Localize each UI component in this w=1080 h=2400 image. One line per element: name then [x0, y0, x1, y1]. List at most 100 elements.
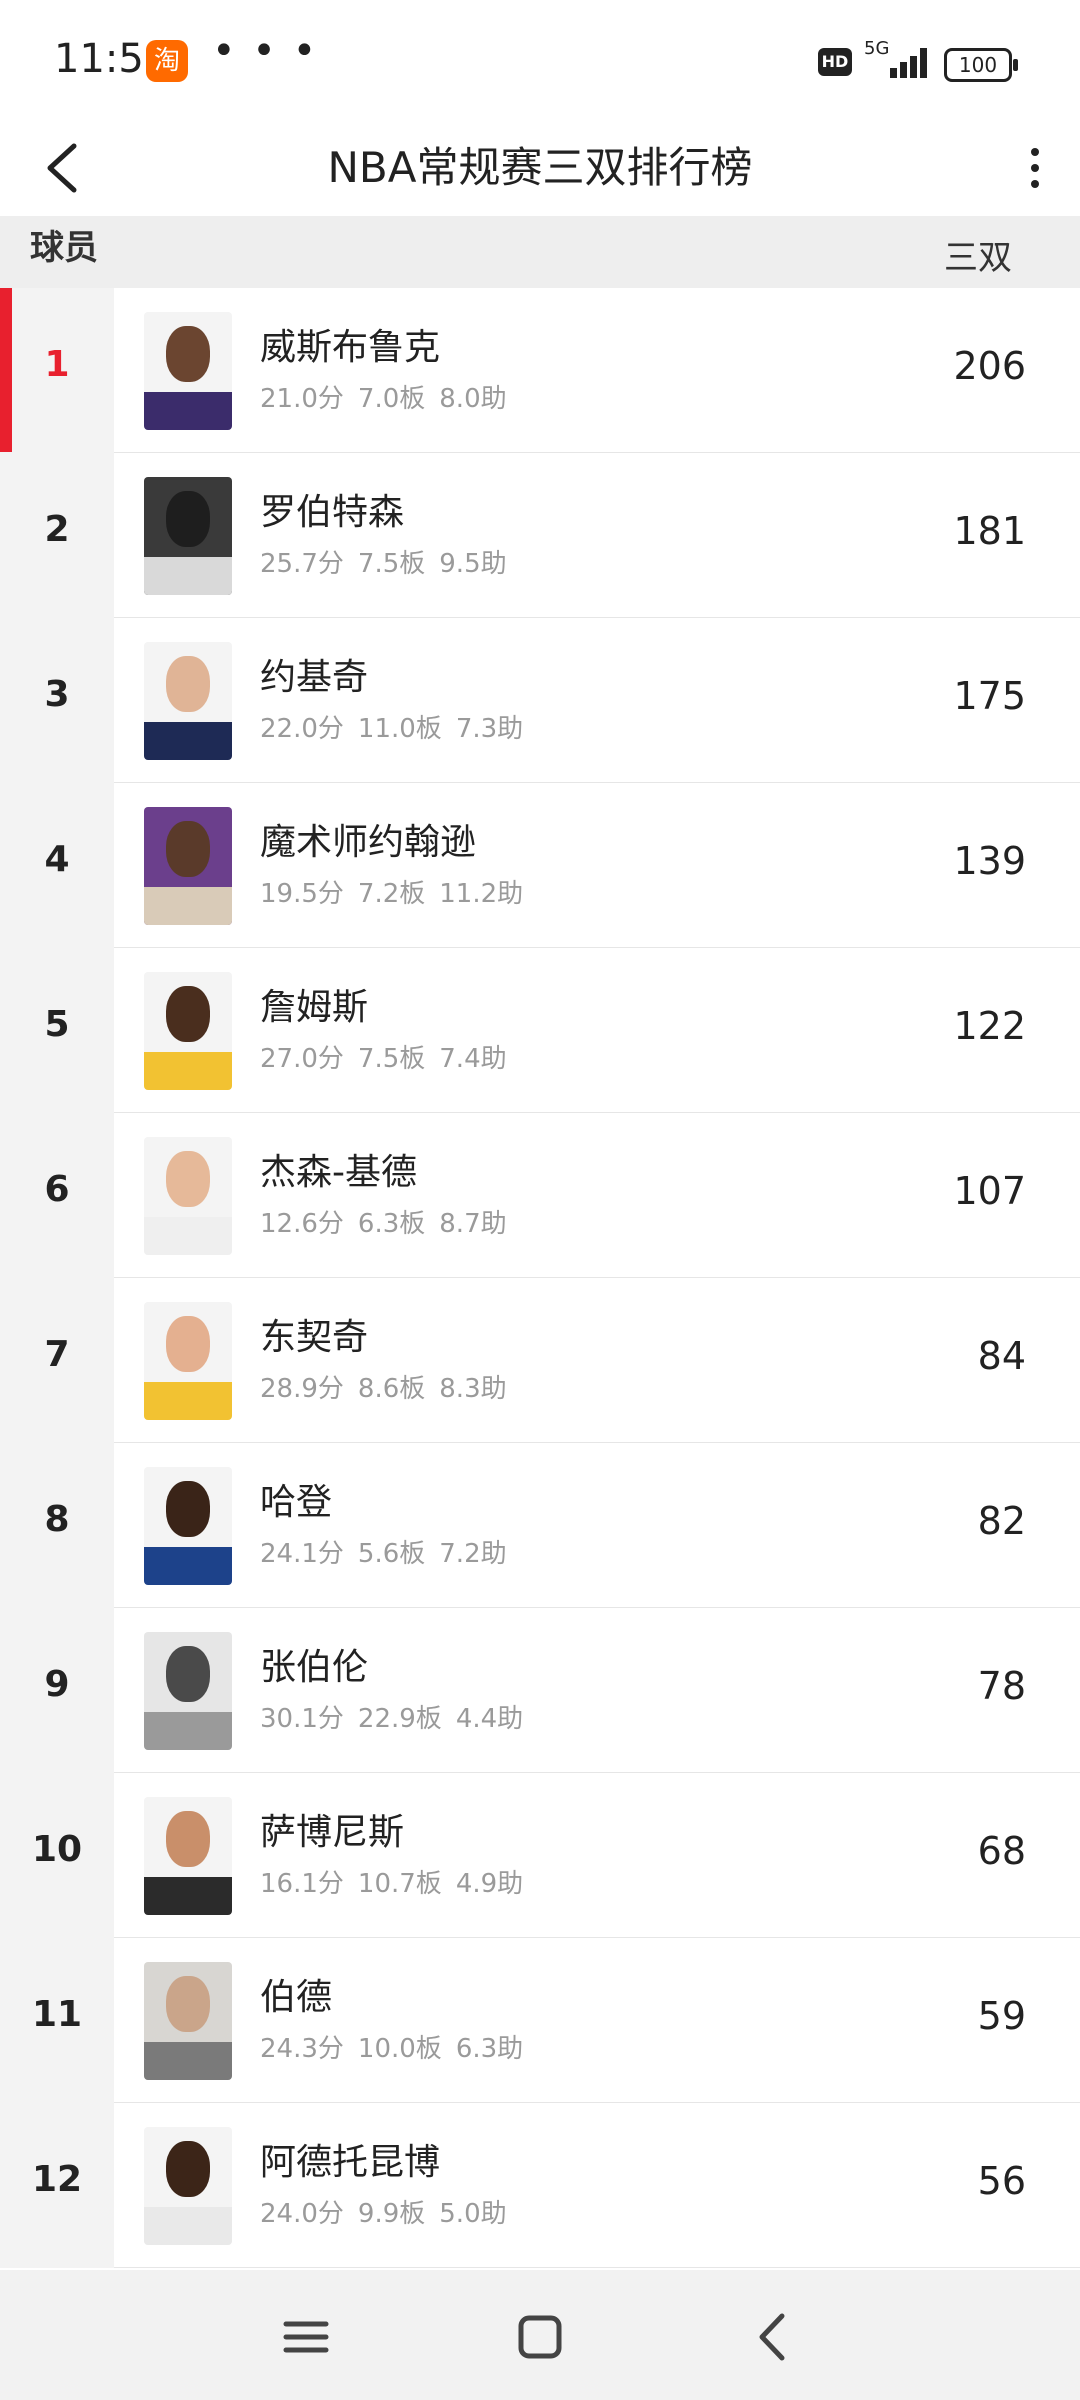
system-nav-bar [0, 2270, 1080, 2400]
rank-cell: 3 [0, 618, 114, 783]
rank-cell: 4 [0, 783, 114, 948]
rank-cell: 7 [0, 1278, 114, 1443]
player-name: 伯德 [260, 1977, 333, 2018]
player-name: 哈登 [260, 1482, 333, 1523]
rank-cell: 5 [0, 948, 114, 1113]
triple-double-count: 82 [977, 1499, 1026, 1543]
avatar [144, 2127, 232, 2245]
player-stats: 24.0分 9.9板 5.0助 [260, 2199, 507, 2229]
battery-icon: 100 [944, 48, 1018, 82]
table-row[interactable]: 1 威斯布鲁克 21.0分 7.0板 8.0助 206 [0, 288, 1080, 453]
player-name: 萨博尼斯 [260, 1812, 405, 1853]
rank-cell: 9 [0, 1608, 114, 1773]
avatar [144, 1797, 232, 1915]
player-name: 詹姆斯 [260, 987, 369, 1028]
player-stats: 27.0分 7.5板 7.4助 [260, 1044, 507, 1074]
rank-number: 1 [44, 344, 70, 385]
rank-cell: 12 [0, 2103, 114, 2268]
player-stats: 16.1分 10.7板 4.9助 [260, 1869, 524, 1899]
column-player: 球员 [30, 228, 98, 268]
triple-double-count: 59 [977, 1994, 1026, 2038]
player-stats: 12.6分 6.3板 8.7助 [260, 1209, 507, 1239]
rank-cell: 11 [0, 1938, 114, 2103]
table-row[interactable]: 2 罗伯特森 25.7分 7.5板 9.5助 181 [0, 453, 1080, 618]
rank-number: 9 [44, 1664, 70, 1705]
nav-menu-button[interactable] [266, 2302, 346, 2372]
table-row[interactable]: 5 詹姆斯 27.0分 7.5板 7.4助 122 [0, 948, 1080, 1113]
page-title: NBA常规赛三双排行榜 [327, 143, 753, 192]
table-row[interactable]: 11 伯德 24.3分 10.0板 6.3助 59 [0, 1938, 1080, 2103]
player-stats: 19.5分 7.2板 11.2助 [260, 879, 524, 909]
player-stats: 25.7分 7.5板 9.5助 [260, 549, 507, 579]
avatar [144, 972, 232, 1090]
rank-cell: 1 [0, 288, 114, 453]
taobao-badge-icon: 淘 [146, 40, 188, 82]
triple-double-count: 56 [977, 2159, 1026, 2203]
rank-number: 6 [44, 1169, 70, 1210]
table-row[interactable]: 10 萨博尼斯 16.1分 10.7板 4.9助 68 [0, 1773, 1080, 1938]
rank-number: 3 [44, 674, 70, 715]
more-menu-button[interactable] [1010, 128, 1060, 208]
table-row[interactable]: 9 张伯伦 30.1分 22.9板 4.4助 78 [0, 1608, 1080, 1773]
triple-double-count: 78 [977, 1664, 1026, 1708]
avatar [144, 1962, 232, 2080]
player-stats: 28.9分 8.6板 8.3助 [260, 1374, 507, 1404]
triple-double-count: 175 [953, 674, 1026, 718]
triple-double-count: 139 [953, 839, 1026, 883]
player-name: 魔术师约翰逊 [260, 822, 477, 863]
triple-double-count: 68 [977, 1829, 1026, 1873]
rank-cell: 2 [0, 453, 114, 618]
table-row[interactable]: 4 魔术师约翰逊 19.5分 7.2板 11.2助 139 [0, 783, 1080, 948]
chevron-left-icon [759, 2313, 785, 2361]
rank-number: 10 [31, 1829, 83, 1870]
rank-cell: 8 [0, 1443, 114, 1608]
player-stats: 22.0分 11.0板 7.3助 [260, 714, 524, 744]
more-vertical-icon [1010, 128, 1060, 188]
avatar [144, 312, 232, 430]
rank-number: 4 [44, 839, 70, 880]
signal-icon [878, 46, 928, 78]
avatar [144, 477, 232, 595]
nav-back-button[interactable] [734, 2302, 814, 2372]
avatar [144, 807, 232, 925]
player-name: 东契奇 [260, 1317, 369, 1358]
table-row[interactable]: 6 杰森-基德 12.6分 6.3板 8.7助 107 [0, 1113, 1080, 1278]
table-header: 球员 三双 [0, 216, 1080, 288]
hamburger-icon [283, 2321, 329, 2353]
player-name: 威斯布鲁克 [260, 327, 441, 368]
status-more-dots: • • • [212, 28, 319, 74]
table-row[interactable]: 3 约基奇 22.0分 11.0板 7.3助 175 [0, 618, 1080, 783]
avatar [144, 1632, 232, 1750]
player-name: 阿德托昆博 [260, 2142, 441, 2183]
player-stats: 21.0分 7.0板 8.0助 [260, 384, 507, 414]
triple-double-count: 206 [953, 344, 1026, 388]
rank-cell: 6 [0, 1113, 114, 1278]
triple-double-count: 122 [953, 1004, 1026, 1048]
square-home-icon [518, 2315, 562, 2359]
player-stats: 24.3分 10.0板 6.3助 [260, 2034, 524, 2064]
player-name: 杰森-基德 [260, 1152, 417, 1193]
player-name: 张伯伦 [260, 1647, 369, 1688]
avatar [144, 1467, 232, 1585]
avatar [144, 642, 232, 760]
nav-home-button[interactable] [500, 2302, 580, 2372]
rank-number: 8 [44, 1499, 70, 1540]
avatar [144, 1137, 232, 1255]
hd-icon: HD [818, 48, 852, 76]
rank-number: 7 [44, 1334, 70, 1375]
triple-double-count: 107 [953, 1169, 1026, 1213]
table-row[interactable]: 12 阿德托昆博 24.0分 9.9板 5.0助 56 [0, 2103, 1080, 2268]
player-name: 约基奇 [260, 657, 369, 698]
avatar [144, 1302, 232, 1420]
column-triple-double[interactable]: 三双 [944, 230, 1012, 279]
table-row[interactable]: 8 哈登 24.1分 5.6板 7.2助 82 [0, 1443, 1080, 1608]
table-row[interactable]: 7 东契奇 28.9分 8.6板 8.3助 84 [0, 1278, 1080, 1443]
rank-number: 12 [31, 2159, 83, 2200]
player-name: 罗伯特森 [260, 492, 405, 533]
status-bar: 11:59 淘 • • • HD 5G 100 [0, 0, 1080, 120]
player-stats: 30.1分 22.9板 4.4助 [260, 1704, 524, 1734]
nav-bar: NBA常规赛三双排行榜 [0, 120, 1080, 216]
player-stats: 24.1分 5.6板 7.2助 [260, 1539, 507, 1569]
rank-cell: 10 [0, 1773, 114, 1938]
ranking-list: 1 威斯布鲁克 21.0分 7.0板 8.0助 206 2 罗伯特森 25.7分 7.… [0, 288, 1080, 2268]
